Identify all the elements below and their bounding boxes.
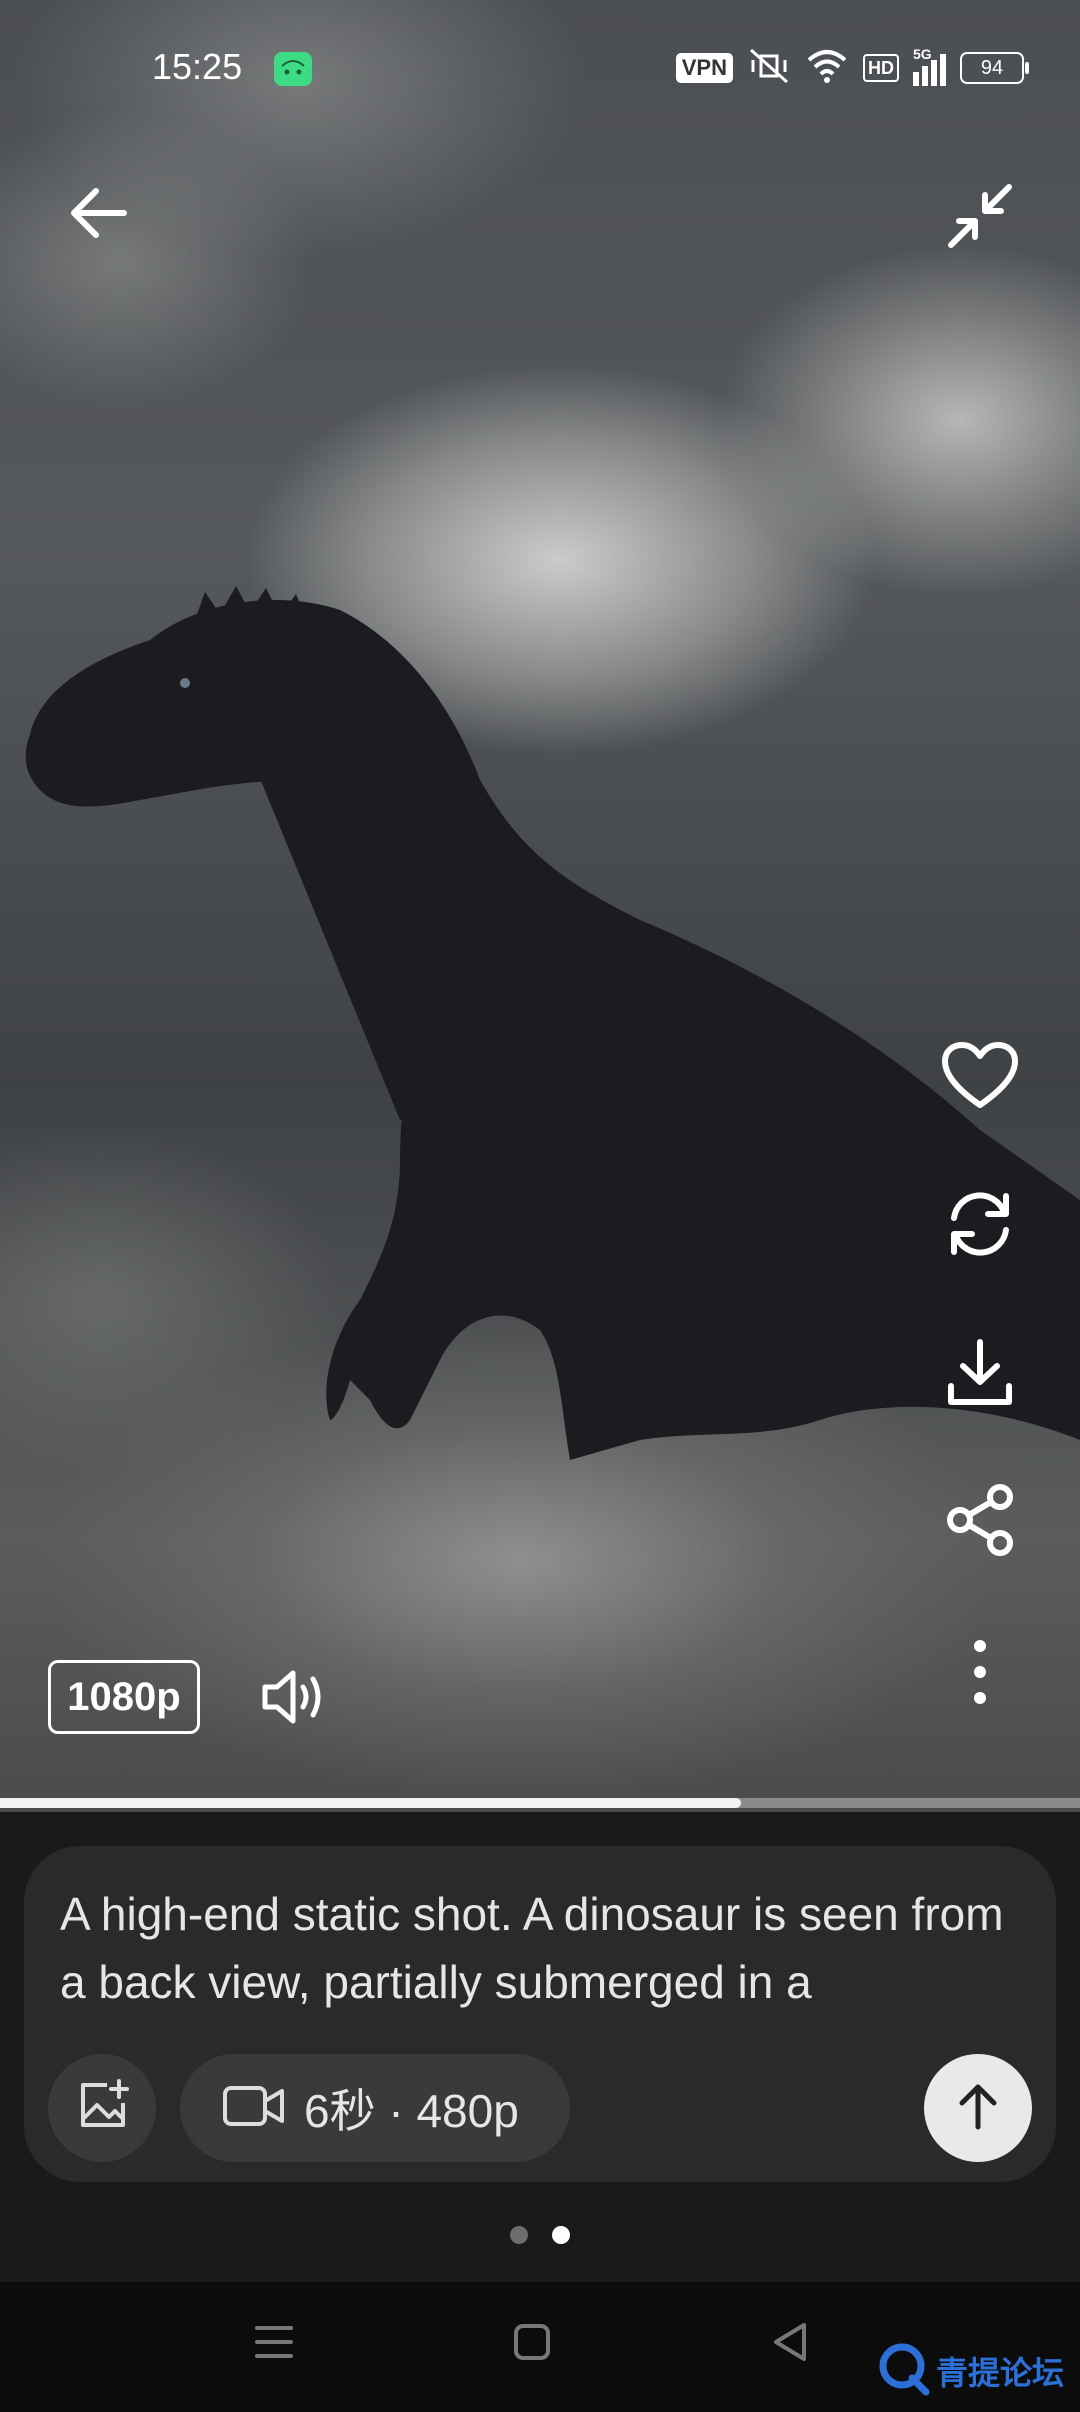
system-back-button[interactable] <box>760 2312 820 2376</box>
arrow-up-icon <box>956 2081 1000 2136</box>
status-time: 15:25 <box>152 46 243 87</box>
menu-icon <box>253 2324 295 2365</box>
video-settings-button[interactable]: 6秒 · 480p <box>180 2054 570 2162</box>
progress-fill <box>0 1798 741 1808</box>
share-icon <box>944 1483 1016 1562</box>
hd-badge: HD <box>863 54 899 82</box>
recents-button[interactable] <box>244 2312 304 2376</box>
collapse-icon <box>945 181 1015 256</box>
back-triangle-icon <box>770 2321 810 2368</box>
home-square-icon <box>512 2322 552 2367</box>
page-indicator <box>0 2226 1080 2250</box>
video-player[interactable]: 15:25 VPN HD 5G 94 1080p <box>0 0 1080 1812</box>
refresh-icon <box>944 1188 1016 1265</box>
download-icon <box>945 1336 1015 1413</box>
watermark-text: 青提论坛 <box>935 2354 1064 2391</box>
share-button[interactable] <box>936 1480 1024 1564</box>
exit-fullscreen-button[interactable] <box>940 178 1020 258</box>
battery-icon: 94 <box>960 52 1029 84</box>
more-vertical-icon <box>972 1638 988 1711</box>
back-button[interactable] <box>56 180 140 250</box>
status-bar: 15:25 VPN HD 5G 94 <box>0 0 1080 140</box>
add-image-button[interactable] <box>48 2054 156 2162</box>
dinosaur-image <box>25 586 1080 1460</box>
quality-selector[interactable]: 1080p <box>48 1660 200 1734</box>
video-camera-icon <box>222 2083 286 2134</box>
page-dot[interactable] <box>510 2226 528 2244</box>
page-dot-active[interactable] <box>552 2226 570 2244</box>
image-plus-icon <box>75 2078 129 2138</box>
network-type-label: 5G <box>913 46 932 62</box>
speaker-icon <box>261 1669 327 1730</box>
status-icons: VPN HD 5G 94 <box>675 46 1029 91</box>
video-settings-label: 6秒 · 480p <box>304 2085 519 2137</box>
progress-bar[interactable] <box>0 1798 1080 1808</box>
heart-icon <box>941 1041 1019 1116</box>
wifi-icon <box>805 48 849 89</box>
submit-button[interactable] <box>924 2054 1032 2162</box>
download-button[interactable] <box>936 1332 1024 1416</box>
volume-button[interactable] <box>254 1664 334 1734</box>
mute-vibrate-icon <box>747 46 791 91</box>
prompt-text[interactable]: A high-end static shot. A dinosaur is se… <box>60 1880 1020 2024</box>
watermark-logo-icon <box>876 2340 932 2401</box>
signal-icon: 5G <box>913 46 946 86</box>
watermark: 青提论坛 <box>876 2340 1064 2401</box>
like-button[interactable] <box>936 1036 1024 1120</box>
regenerate-button[interactable] <box>936 1184 1024 1268</box>
prompt-card: A high-end static shot. A dinosaur is se… <box>24 1846 1056 2182</box>
vpn-badge: VPN <box>675 53 733 83</box>
home-button[interactable] <box>502 2312 562 2376</box>
more-button[interactable] <box>948 1636 1012 1712</box>
android-icon <box>274 52 312 86</box>
arrow-left-icon <box>66 185 130 246</box>
